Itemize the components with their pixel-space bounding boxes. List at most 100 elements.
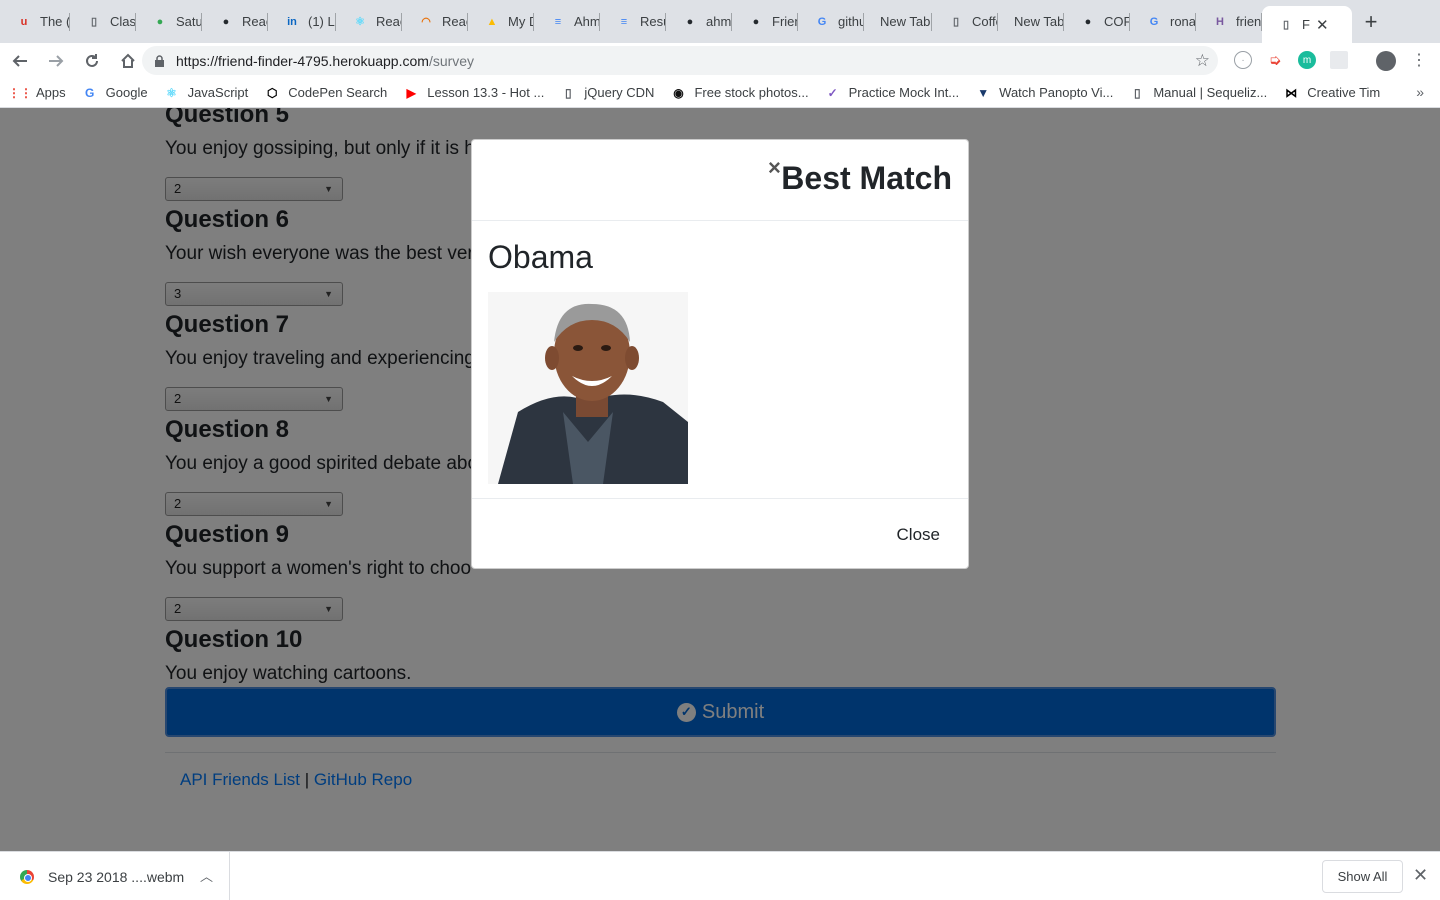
url-path: /survey (428, 52, 475, 69)
close-button[interactable]: Close (897, 525, 940, 545)
tab-label: The ( (40, 14, 70, 29)
github-icon: ● (222, 15, 230, 28)
tab[interactable]: ≡ Ahm (534, 0, 600, 43)
tab-label: Coffe (972, 14, 998, 29)
back-button[interactable] (4, 45, 36, 77)
forward-button[interactable] (40, 45, 72, 77)
tab[interactable]: ● Satu (136, 0, 202, 43)
modal-footer: Close (472, 499, 968, 569)
bookmark-item[interactable]: ⚛ JavaScript (164, 85, 248, 101)
tab[interactable]: ● ahm (666, 0, 732, 43)
tab[interactable]: u The ( (0, 0, 70, 43)
bookmark-item[interactable]: ▯ Manual | Sequeliz... (1129, 85, 1267, 101)
page-content: Question 5You enjoy gossiping, but only … (0, 108, 1440, 851)
camera-icon: ◉ (673, 85, 684, 100)
react-icon: ⚛ (355, 16, 365, 28)
github-icon: ● (686, 15, 694, 28)
shield-icon: ▼ (977, 85, 990, 100)
show-all-button[interactable]: Show All (1322, 860, 1403, 893)
check-circle-icon: ✓ (827, 85, 838, 100)
bookmarks-overflow-icon[interactable]: » (1416, 84, 1424, 100)
tab-label: Satu (176, 14, 202, 29)
lock-icon (154, 54, 166, 67)
tab-label: frien (1236, 14, 1262, 29)
extension-m-icon[interactable]: m (1298, 51, 1316, 69)
codepen-icon: ⬡ (267, 85, 278, 100)
tab[interactable]: Ggithu (798, 0, 864, 43)
bowtie-icon: ⋈ (1285, 85, 1298, 100)
tab[interactable]: Grona (1130, 0, 1196, 43)
profile-avatar[interactable] (1376, 51, 1396, 71)
tab[interactable]: ◠ Reac (402, 0, 468, 43)
bookmark-label: Apps (36, 85, 66, 100)
github-icon: ● (752, 15, 760, 28)
browser-toolbar: https://friend-finder-4795.herokuapp.com… (0, 43, 1440, 78)
google-icon: G (84, 85, 95, 100)
match-photo (488, 292, 688, 484)
tab[interactable]: ▲ My D (468, 0, 534, 43)
modal-title: Best Match (781, 160, 952, 196)
tab-label: Resu (640, 14, 666, 29)
bookmark-label: Google (105, 85, 148, 100)
tab[interactable]: ● Reac (202, 0, 268, 43)
tab-label: F (1302, 17, 1310, 32)
menu-kebab-icon[interactable]: ⋮ (1410, 51, 1428, 69)
bookmark-star-icon[interactable]: ☆ (1195, 51, 1210, 71)
tab[interactable]: New Tab (998, 0, 1064, 43)
download-item[interactable]: Sep 23 2018 ....webm ︿ (0, 852, 230, 900)
heroku-icon: H (1216, 15, 1224, 28)
close-icon[interactable]: × (768, 157, 781, 179)
modal-header: × Best Match (472, 140, 968, 221)
tab-active[interactable]: ▯ F ✕ (1262, 6, 1352, 43)
download-shelf: Sep 23 2018 ....webm ︿ Show All ✕ (0, 851, 1440, 900)
arrow-left-icon (12, 54, 27, 67)
tab-label: Reac (442, 14, 468, 29)
extension-circle-icon[interactable]: · (1234, 51, 1252, 69)
bookmark-label: Creative Tim (1307, 85, 1381, 100)
url-host: https://friend-finder-4795.herokuapp.com (176, 52, 429, 69)
tab-label: New Tab (1014, 14, 1064, 29)
bookmark-item[interactable]: G Google (82, 85, 148, 101)
bookmark-item[interactable]: ⬡ CodePen Search (264, 85, 387, 101)
new-tab-button[interactable]: + (1352, 0, 1390, 43)
tab[interactable]: ● COFI (1064, 0, 1130, 43)
download-file-name: Sep 23 2018 ....webm (48, 868, 185, 885)
tab[interactable]: ⚛ Reac (336, 0, 402, 43)
bookmark-item[interactable]: ⋮⋮ Apps (8, 85, 66, 101)
tab-close-icon[interactable]: ✕ (1316, 16, 1329, 34)
bookmark-label: Manual | Sequeliz... (1153, 85, 1268, 100)
tab[interactable]: ≡ Resu (600, 0, 666, 43)
extension-arrow-icon[interactable]: ➭ (1266, 51, 1284, 69)
arrow-right-icon (49, 54, 64, 67)
page-icon: ▯ (90, 16, 98, 28)
bookmark-list: ⋮⋮ Apps G Google ⚛ JavaScript ⬡ CodePen Search ▶… (8, 85, 1396, 101)
address-bar[interactable]: https://friend-finder-4795.herokuapp.com… (142, 46, 1218, 75)
tab-label: My D (508, 14, 534, 29)
reload-button[interactable] (76, 45, 108, 77)
chevron-up-icon[interactable]: ︿ (200, 866, 213, 885)
page-icon: ▯ (565, 85, 572, 100)
bookmark-item[interactable]: ▯ jQuery CDN (560, 85, 654, 101)
bookmark-item[interactable]: ▼ Watch Panopto Vi... (975, 85, 1113, 101)
tab[interactable]: ▯ Coffe (932, 0, 998, 43)
extension-grid-icon[interactable] (1330, 51, 1348, 69)
reload-icon (86, 53, 98, 67)
tab[interactable]: ▯ Class (70, 0, 136, 43)
bookmark-item[interactable]: ▶ Lesson 13.3 - Hot ... (403, 85, 545, 101)
modal-body: Obama (472, 221, 968, 499)
bookmark-item[interactable]: ◉ Free stock photos... (670, 85, 808, 101)
tab-list: u The (▯ Class ● Satu ● Reac in (1) Li ⚛ Reac ◠ Reac… (0, 0, 1352, 43)
home-button[interactable] (112, 45, 144, 77)
hamster-icon: ● (156, 15, 164, 28)
bookmark-label: Practice Mock Int... (848, 85, 960, 100)
tab[interactable]: ● Frien (732, 0, 798, 43)
bookmark-item[interactable]: ✓ Practice Mock Int... (825, 85, 960, 101)
docs-icon: ≡ (620, 15, 628, 28)
tab[interactable]: New Tab (864, 0, 932, 43)
close-shelf-icon[interactable]: ✕ (1413, 865, 1428, 886)
bookmark-item[interactable]: ⋈ Creative Tim (1283, 85, 1380, 101)
tab[interactable]: in (1) Li (268, 0, 336, 43)
tab-label: Class (110, 14, 136, 29)
tab[interactable]: Hfrien (1196, 0, 1262, 43)
tab-label: githu (838, 14, 864, 29)
